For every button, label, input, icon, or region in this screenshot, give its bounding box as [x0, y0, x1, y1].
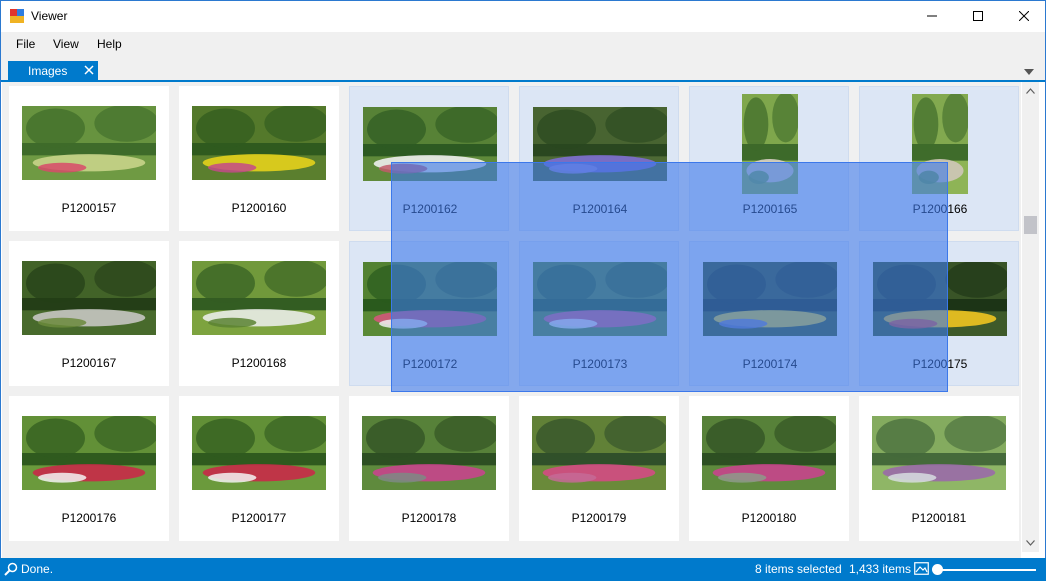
thumbnail-image	[872, 416, 1006, 490]
menu-file[interactable]: File	[16, 37, 35, 51]
image-caption: P1200167	[61, 356, 117, 370]
image-caption: P1200168	[231, 356, 287, 370]
image-caption: P1200178	[401, 511, 457, 525]
scrollbar-thumb[interactable]	[1024, 216, 1037, 234]
status-bar: Done. 8 items selected 1,433 items	[0, 558, 1046, 581]
image-tile[interactable]: P1200168	[179, 241, 339, 386]
thumbnail-image	[532, 416, 666, 490]
thumbnail-image	[192, 106, 326, 180]
search-icon	[4, 562, 18, 576]
close-button[interactable]	[1001, 1, 1046, 31]
image-icon	[914, 562, 929, 575]
image-caption: P1200177	[231, 511, 287, 525]
scroll-down-icon[interactable]	[1026, 540, 1035, 546]
tab-strip: Images	[1, 57, 1045, 82]
app-icon	[10, 9, 24, 23]
image-tile[interactable]: P1200157	[9, 86, 169, 231]
image-tile[interactable]: P1200181	[859, 396, 1019, 541]
menu-bar: File View Help	[1, 32, 1045, 57]
tab-images[interactable]: Images	[8, 61, 98, 82]
title-bar[interactable]: Viewer	[1, 1, 1045, 32]
thumbnail-image	[192, 261, 326, 335]
image-tile[interactable]: P1200177	[179, 396, 339, 541]
tab-label: Images	[28, 64, 68, 78]
thumbnail-image	[362, 416, 496, 490]
close-icon[interactable]	[83, 64, 95, 76]
menu-view[interactable]: View	[53, 37, 79, 51]
total-count: 1,433 items	[849, 562, 912, 576]
menu-help[interactable]: Help	[97, 37, 122, 51]
maximize-icon	[973, 11, 983, 21]
selection-rectangle	[391, 162, 948, 392]
image-tile[interactable]: P1200160	[179, 86, 339, 231]
status-message: Done.	[21, 562, 54, 576]
scroll-up-icon[interactable]	[1026, 88, 1035, 94]
image-tile[interactable]: P1200180	[689, 396, 849, 541]
maximize-button[interactable]	[955, 1, 1001, 31]
minimize-button[interactable]	[909, 1, 955, 31]
image-tile[interactable]: P1200178	[349, 396, 509, 541]
thumbnail-image	[702, 416, 836, 490]
thumbnail-image	[22, 416, 156, 490]
image-grid[interactable]: P1200157P1200160P1200162P1200164P1200165…	[2, 82, 1021, 558]
zoom-slider-thumb[interactable]	[932, 564, 943, 575]
image-caption: P1200160	[231, 201, 287, 215]
zoom-slider-track[interactable]	[936, 569, 1036, 571]
vertical-scrollbar[interactable]	[1022, 82, 1039, 552]
close-icon	[1019, 11, 1029, 21]
thumbnail-image	[22, 106, 156, 180]
image-tile[interactable]: P1200167	[9, 241, 169, 386]
image-tile[interactable]: P1200176	[9, 396, 169, 541]
image-caption: P1200179	[571, 511, 627, 525]
thumbnail-image	[22, 261, 156, 335]
minimize-icon	[927, 15, 937, 17]
selected-count: 8 items selected	[755, 562, 842, 576]
image-caption: P1200180	[741, 511, 797, 525]
image-caption: P1200176	[61, 511, 117, 525]
image-caption: P1200181	[911, 511, 967, 525]
image-caption: P1200157	[61, 201, 117, 215]
viewer-window: Viewer File View Help Images P1200157 P12…	[0, 0, 1046, 581]
chevron-down-icon[interactable]	[1024, 69, 1034, 75]
image-tile[interactable]: P1200179	[519, 396, 679, 541]
window-title: Viewer	[31, 9, 68, 23]
thumbnail-image	[192, 416, 326, 490]
